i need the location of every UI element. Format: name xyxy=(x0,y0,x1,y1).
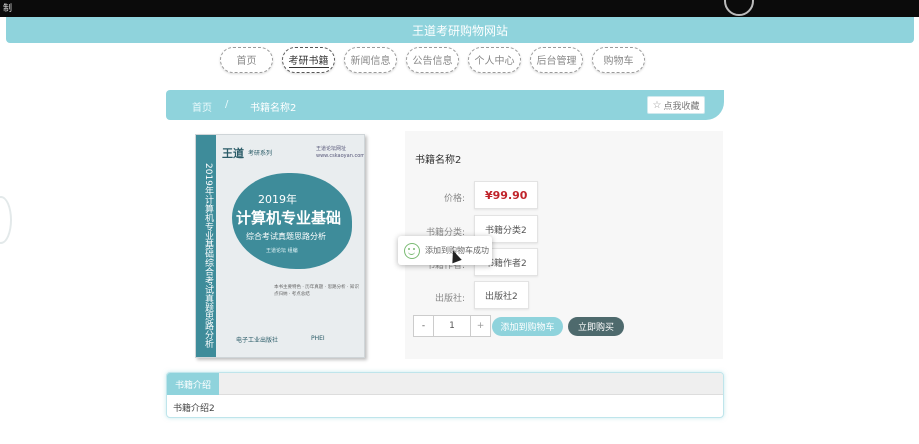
cover-publisher: 电子工业出版社 xyxy=(236,337,279,344)
nav-item-profile[interactable]: 个人中心 xyxy=(468,47,521,73)
nav-item-books[interactable]: 考研书籍 xyxy=(282,47,335,73)
nav-item-admin[interactable]: 后台管理 xyxy=(530,47,583,73)
quantity-stepper: - 1 + xyxy=(413,315,491,337)
cover-title: 计算机专业基础 xyxy=(236,209,342,227)
success-toast: 添加到购物车成功 xyxy=(398,236,492,265)
cover-series: 考研系列 xyxy=(248,150,273,157)
main-nav: 首页 考研书籍 新闻信息 公告信息 个人中心 后台管理 购物车 xyxy=(220,47,645,73)
cover-year: 2019年 xyxy=(258,193,297,206)
cover-top-info: 王道论坛网址 www.cskaoyan.com xyxy=(316,146,365,159)
breadcrumb-current: 书籍名称2 xyxy=(250,103,297,114)
nav-item-label: 考研书籍 xyxy=(288,52,329,68)
floating-circle-icon[interactable] xyxy=(724,0,754,16)
nav-item-label: 个人中心 xyxy=(474,56,515,67)
cover-bullets: 本书主要特色 · 历年真题 · 思路分析 · 知识点归纳 · 考点总结 xyxy=(274,285,359,297)
nav-item-label: 后台管理 xyxy=(536,56,577,67)
tab-book-description[interactable]: 书籍介绍 xyxy=(167,373,219,395)
favorite-button[interactable]: ☆ 点我收藏 xyxy=(647,96,705,114)
cover-spine-text: 2019年计算机专业基础综合考试真题思路分析 xyxy=(203,163,213,348)
breadcrumb: 首页 / 书籍名称2 xyxy=(166,90,724,120)
cover-brand: 王道 xyxy=(222,147,244,160)
publisher-label: 出版社: xyxy=(434,294,465,304)
description-content: 书籍介绍2 xyxy=(173,404,215,414)
nav-item-label: 公告信息 xyxy=(412,56,453,67)
site-title: 王道考研购物网站 xyxy=(411,24,508,38)
site-header: 王道考研购物网站 xyxy=(6,17,914,43)
left-edge-decoration xyxy=(0,196,12,244)
quantity-input[interactable]: 1 xyxy=(434,316,470,336)
buy-now-button[interactable]: 立即购买 xyxy=(568,317,624,336)
product-title: 书籍名称2 xyxy=(415,155,462,166)
quantity-minus-button[interactable]: - xyxy=(414,316,434,336)
breadcrumb-separator: / xyxy=(225,99,229,110)
cover-subtitle: 综合考试真题思路分析 xyxy=(246,232,326,241)
cover-publisher-logo: PHEI xyxy=(311,335,325,342)
breadcrumb-home-link[interactable]: 首页 xyxy=(192,99,212,114)
add-to-cart-button[interactable]: 添加到购物车 xyxy=(492,317,563,336)
nav-item-cart[interactable]: 购物车 xyxy=(592,47,645,73)
cover-author: 王道论坛 组编 xyxy=(266,248,298,254)
price-value: ¥99.90 xyxy=(474,181,539,209)
description-tabs: 书籍介绍 xyxy=(167,373,723,395)
quantity-plus-button[interactable]: + xyxy=(470,316,490,336)
nav-item-news[interactable]: 新闻信息 xyxy=(344,47,397,73)
nav-item-label: 购物车 xyxy=(603,56,634,67)
nav-item-label: 新闻信息 xyxy=(350,56,391,67)
nav-item-label: 首页 xyxy=(236,56,257,67)
smile-icon xyxy=(404,242,420,259)
description-panel: 书籍介绍 书籍介绍2 xyxy=(166,372,724,418)
corner-text: 制 xyxy=(3,4,13,14)
window-topbar: 制 xyxy=(0,0,919,17)
price-label: 价格: xyxy=(443,194,465,204)
star-icon: ☆ xyxy=(652,99,662,111)
nav-item-home[interactable]: 首页 xyxy=(220,47,273,73)
nav-item-notices[interactable]: 公告信息 xyxy=(406,47,459,73)
favorite-label: 点我收藏 xyxy=(663,101,700,112)
book-cover-image: 2019年计算机专业基础综合考试真题思路分析 王道 考研系列 王道论坛网址 ww… xyxy=(195,134,365,358)
publisher-value: 出版社2 xyxy=(474,281,529,309)
